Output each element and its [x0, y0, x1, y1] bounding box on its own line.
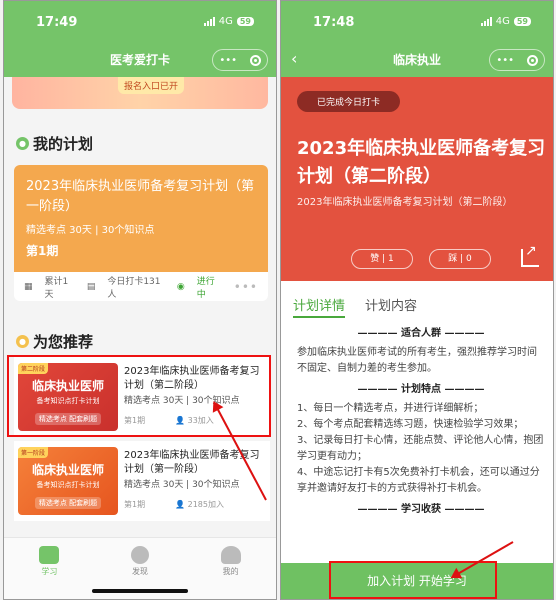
user-icon	[220, 546, 241, 564]
banner-tag: 报名入口已开	[118, 77, 185, 94]
section-heading: ———— 计划特点 ————	[357, 384, 485, 395]
recommend-heading: ● 为您推荐	[16, 331, 93, 352]
mini-program-capsule[interactable]: •••	[212, 49, 268, 71]
plan-total-days: 累计1天	[44, 276, 69, 300]
plan-icon: ●	[16, 137, 29, 150]
tab-study-label: 学习	[41, 567, 58, 576]
checkin-icon: ▤	[86, 281, 96, 292]
left-screen: 17:49 4G 59 医考爱打卡 ••• 报名入口已开 ● 我的计划 2023…	[3, 0, 277, 600]
mini-program-capsule[interactable]: •••	[489, 49, 545, 71]
recommend-period: 第1期	[124, 500, 146, 509]
plan-card-header: 2023年临床执业医师备考复习计划（第一阶段） 精选考点 30天 | 30个知识…	[14, 165, 268, 272]
signal-icon	[480, 17, 492, 26]
plan-name: 2023年临床执业医师备考复习计划（第一阶段）	[26, 179, 255, 214]
my-plan-card[interactable]: 2023年临床执业医师备考复习计划（第一阶段） 精选考点 30天 | 30个知识…	[14, 165, 268, 301]
battery-icon: 59	[236, 17, 254, 26]
more-dots-icon[interactable]: •••	[496, 55, 514, 66]
thumb-tags: 精选考点 配套刷题	[34, 497, 102, 509]
plan-period: 第1期	[26, 244, 59, 258]
close-target-icon[interactable]	[249, 54, 261, 66]
plan-subtitle: 2023年临床执业医师备考复习计划（第二阶段）	[297, 197, 513, 208]
tab-study[interactable]: 学习	[4, 538, 95, 599]
recommend-meta: 精选考点 30天 | 30个知识点	[124, 480, 240, 490]
promo-banner[interactable]: 报名入口已开	[12, 77, 268, 109]
network-label: 4G	[218, 16, 233, 27]
user-icon: 👤	[175, 500, 186, 509]
battery-icon: 59	[513, 17, 531, 26]
network-label: 4G	[495, 16, 510, 27]
top-bar: 17:49 4G 59 医考爱打卡 •••	[4, 1, 276, 77]
status-indicators: 4G 59	[480, 16, 531, 27]
plan-card-footer: ▦ 累计1天 ▤ 今日打卡131人 ◉ 进行中 •••	[14, 272, 268, 301]
section-text: 参加临床执业医师考试的所有考生，强烈推荐学习时间不固定、自制力差的考生参加。	[297, 347, 537, 374]
done-badge: 已完成今日打卡	[297, 91, 401, 112]
section-heading: ———— 学习收获 ————	[357, 504, 485, 515]
plan-detail: ———— 适合人群 ———— 参加临床执业医师考试的所有考生，强烈推荐学习时间不…	[297, 321, 545, 559]
plan-hero: 已完成今日打卡 2023年临床执业医师备考复习计划（第二阶段） 2023年临床执…	[281, 77, 553, 281]
plan-status: 进行中	[196, 276, 215, 300]
recommend-name: 2023年临床执业医师备考复习计划（第一阶段）	[124, 450, 260, 475]
tab-mine-label: 我的	[222, 567, 239, 576]
tab-mine[interactable]: 我的	[185, 538, 276, 599]
section-text: 3、记录每日打卡心情，还能点赞、评论他人心情，抱团学习更有动力；	[297, 435, 544, 462]
recommend-footer: 第1期 👤 2185加入	[124, 498, 264, 512]
right-screen: 17:48 4G 59 ‹ 临床执业 ••• 已完成今日打卡 2023年临床执业…	[280, 0, 554, 600]
status-time: 17:48	[313, 15, 355, 30]
more-dots-icon[interactable]: •••	[219, 55, 237, 66]
share-icon[interactable]	[521, 243, 539, 267]
tab-discover-label: 发现	[132, 567, 148, 576]
home-indicator	[92, 589, 188, 593]
ongoing-icon: ◉	[176, 281, 185, 292]
calendar-icon: ▦	[24, 281, 33, 292]
tab-plan-detail[interactable]: 计划详情	[293, 295, 346, 318]
plan-today-checkins: 今日打卡131人	[107, 276, 161, 300]
section-text: 4、中途忘记打卡有5次免费补打卡机会，还可以通过分享并邀请好友打卡的方式获得补打…	[297, 467, 540, 494]
tab-plan-content[interactable]: 计划内容	[365, 295, 417, 318]
section-heading: ———— 适合人群 ————	[357, 328, 485, 339]
dislike-button[interactable]: 踩 | 0	[429, 249, 491, 269]
recommend-joined: 2185加入	[187, 500, 224, 509]
recommend-heading-text: 为您推荐	[33, 333, 94, 351]
detail-tabs: 计划详情 计划内容	[293, 295, 417, 318]
stage-badge: 第一阶段	[18, 447, 49, 458]
recommend-icon: ●	[16, 335, 29, 348]
recommend-item[interactable]: 第一阶段 临床执业医师 备考知识点打卡计划 精选考点 配套刷题 2023年临床执…	[14, 441, 270, 521]
highlight-box	[7, 355, 271, 437]
recommend-thumbnail: 第一阶段 临床执业医师 备考知识点打卡计划 精选考点 配套刷题	[18, 447, 118, 515]
my-plan-heading: ● 我的计划	[16, 133, 93, 154]
status-time: 17:49	[36, 15, 78, 30]
status-indicators: 4G 59	[203, 16, 254, 27]
compass-icon	[131, 546, 149, 564]
close-target-icon[interactable]	[526, 54, 538, 66]
thumb-title: 临床执业医师	[31, 463, 104, 477]
my-plan-heading-text: 我的计划	[33, 135, 94, 153]
top-bar: 17:48 4G 59 ‹ 临床执业 •••	[281, 1, 553, 77]
section-text: 2、每个考点配套精选练习题，快速检验学习效果；	[297, 419, 524, 430]
signal-icon	[203, 17, 215, 26]
plan-title: 2023年临床执业医师备考复习计划（第二阶段）	[297, 138, 546, 187]
thumb-subtitle: 备考知识点打卡计划	[36, 481, 100, 489]
section-text: 1、每日一个精选考点，并进行详细解析；	[297, 403, 484, 414]
more-options-icon[interactable]: •••	[234, 280, 258, 294]
book-icon	[39, 546, 60, 564]
like-button[interactable]: 赞 | 1	[351, 249, 413, 269]
plan-meta: 精选考点 30天 | 30个知识点	[26, 225, 155, 236]
